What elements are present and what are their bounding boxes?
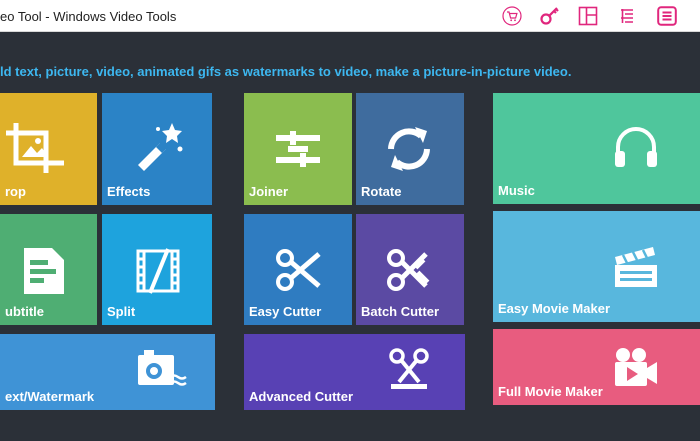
tile-music[interactable]: Music [493,93,700,204]
key-icon[interactable] [539,5,561,27]
cart-icon[interactable] [501,5,523,27]
rotate-icon [383,123,435,175]
advanced-scissors-icon [389,348,429,392]
tile-easy-movie-maker[interactable]: Easy Movie Maker [493,211,700,322]
watermark-camera-icon [136,347,192,391]
banner-description: ld text, picture, video, animated gifs a… [0,64,572,79]
tile-label: ext/Watermark [5,389,95,404]
tile-label: Advanced Cutter [249,389,354,404]
tile-label: Easy Cutter [249,304,322,319]
tile-label: Music [498,183,535,198]
menu-icon[interactable] [656,5,678,27]
batch-scissors-icon [386,246,434,294]
tile-label: Joiner [249,184,289,199]
video-camera-icon [613,346,659,388]
tile-joiner[interactable]: Joiner [244,93,352,205]
tile-subtitle[interactable]: ubtitle [0,214,97,325]
tile-label: Easy Movie Maker [498,301,611,316]
tile-label: rop [5,184,26,199]
list-icon[interactable] [616,5,638,27]
layout-icon[interactable] [577,5,599,27]
tile-full-movie-maker[interactable]: Full Movie Maker [493,329,700,405]
scissors-icon [275,246,321,294]
headphones-icon [613,125,659,169]
tile-split[interactable]: Split [102,214,212,325]
joiner-icon [274,129,322,169]
tile-advanced-cutter[interactable]: Advanced Cutter [244,334,465,410]
tile-label: Batch Cutter [361,304,440,319]
tile-text-watermark[interactable]: ext/Watermark [0,334,215,410]
clapperboard-icon [613,243,659,289]
tile-crop[interactable]: rop [0,93,97,205]
tile-label: Effects [107,184,151,199]
tile-label: Full Movie Maker [498,384,603,399]
magic-wand-icon [132,119,188,175]
tile-label: Rotate [361,184,402,199]
subtitle-icon [22,246,66,296]
tile-easy-cutter[interactable]: Easy Cutter [244,214,352,325]
tile-effects[interactable]: Effects [102,93,212,205]
tile-label: ubtitle [5,304,44,319]
window-title: eo Tool - Windows Video Tools [0,9,177,24]
crop-icon [2,119,70,177]
tile-rotate[interactable]: Rotate [356,93,464,205]
tile-batch-cutter[interactable]: Batch Cutter [356,214,464,325]
film-split-icon [136,247,180,295]
title-bar: eo Tool - Windows Video Tools [0,0,700,32]
tile-label: Split [107,304,136,319]
